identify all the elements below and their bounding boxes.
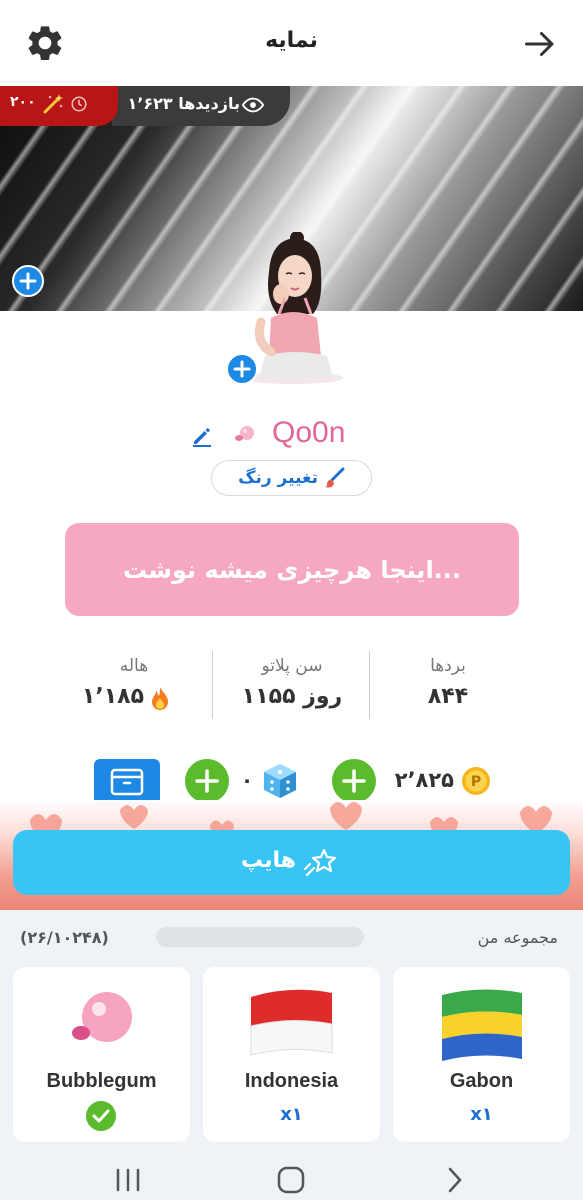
avatar[interactable] bbox=[241, 232, 346, 384]
dice-icon bbox=[264, 764, 296, 798]
recent-apps-button[interactable] bbox=[108, 1158, 148, 1198]
stat-aura-label: هاله bbox=[119, 656, 149, 676]
add-coins-button[interactable] bbox=[332, 759, 376, 803]
plus-icon bbox=[342, 769, 366, 793]
views-count: ۱٬۶۲۳ بازدیدها bbox=[127, 94, 240, 113]
wallet-button[interactable] bbox=[94, 759, 160, 805]
svg-text:P: P bbox=[471, 774, 481, 790]
magic-wand-icon bbox=[43, 94, 63, 114]
stat-divider bbox=[369, 651, 370, 719]
arrow-right-icon[interactable] bbox=[522, 26, 558, 62]
change-color-label: تغییر رنگ bbox=[238, 468, 318, 488]
card-multiplier: x۱ bbox=[280, 1104, 303, 1125]
dice-balance: ۰ bbox=[240, 768, 254, 792]
card-name: Bubblegum bbox=[46, 1070, 157, 1092]
stat-age-label: سن پلاتو bbox=[261, 656, 323, 676]
card-name: Gabon bbox=[449, 1070, 514, 1092]
card-multiplier: x۱ bbox=[470, 1104, 493, 1125]
shooting-star-icon bbox=[304, 848, 337, 877]
add-avatar-button[interactable] bbox=[226, 353, 258, 385]
stat-wins-value: ۸۴۴ bbox=[427, 684, 469, 709]
username: Qo0n bbox=[272, 416, 346, 449]
paintbrush-icon bbox=[325, 467, 345, 488]
gear-icon[interactable] bbox=[24, 22, 66, 64]
owned-check-icon bbox=[86, 1101, 116, 1131]
home-button[interactable] bbox=[271, 1158, 311, 1198]
plus-icon bbox=[195, 769, 219, 793]
bubblegum-icon bbox=[235, 426, 254, 441]
stat-age-value: ۱۱۵۵ روز bbox=[241, 684, 343, 709]
collection-count: (۲۶/۱۰۲۴۸) bbox=[20, 928, 109, 947]
edit-icon[interactable] bbox=[190, 424, 214, 448]
page-title: نمایه bbox=[265, 28, 318, 53]
clock-icon bbox=[71, 96, 87, 112]
collection-progress-bar bbox=[156, 927, 364, 947]
fire-icon bbox=[152, 687, 168, 710]
stat-aura-value: ۱٬۱۸۵ bbox=[81, 684, 144, 709]
card-name: Indonesia bbox=[244, 1070, 339, 1092]
coin-icon: P bbox=[462, 767, 490, 795]
hype-label: هایپ bbox=[240, 848, 296, 873]
stat-divider bbox=[212, 651, 213, 719]
wallet-icon bbox=[110, 768, 144, 796]
boost-count: ۲۰۰ bbox=[10, 94, 36, 110]
coin-balance: ۲٬۸۲۵ bbox=[394, 768, 454, 792]
plus-icon bbox=[233, 360, 251, 378]
add-dice-button[interactable] bbox=[185, 759, 229, 803]
eye-icon bbox=[241, 97, 265, 113]
bio-text: اینجا هرچیزی میشه نوشت... bbox=[122, 556, 462, 584]
system-back-button[interactable] bbox=[435, 1158, 475, 1198]
stat-wins-label: بردها bbox=[430, 656, 466, 676]
plus-icon bbox=[19, 272, 37, 290]
add-banner-button[interactable] bbox=[12, 265, 44, 297]
collection-title: مجموعه من bbox=[477, 928, 558, 947]
